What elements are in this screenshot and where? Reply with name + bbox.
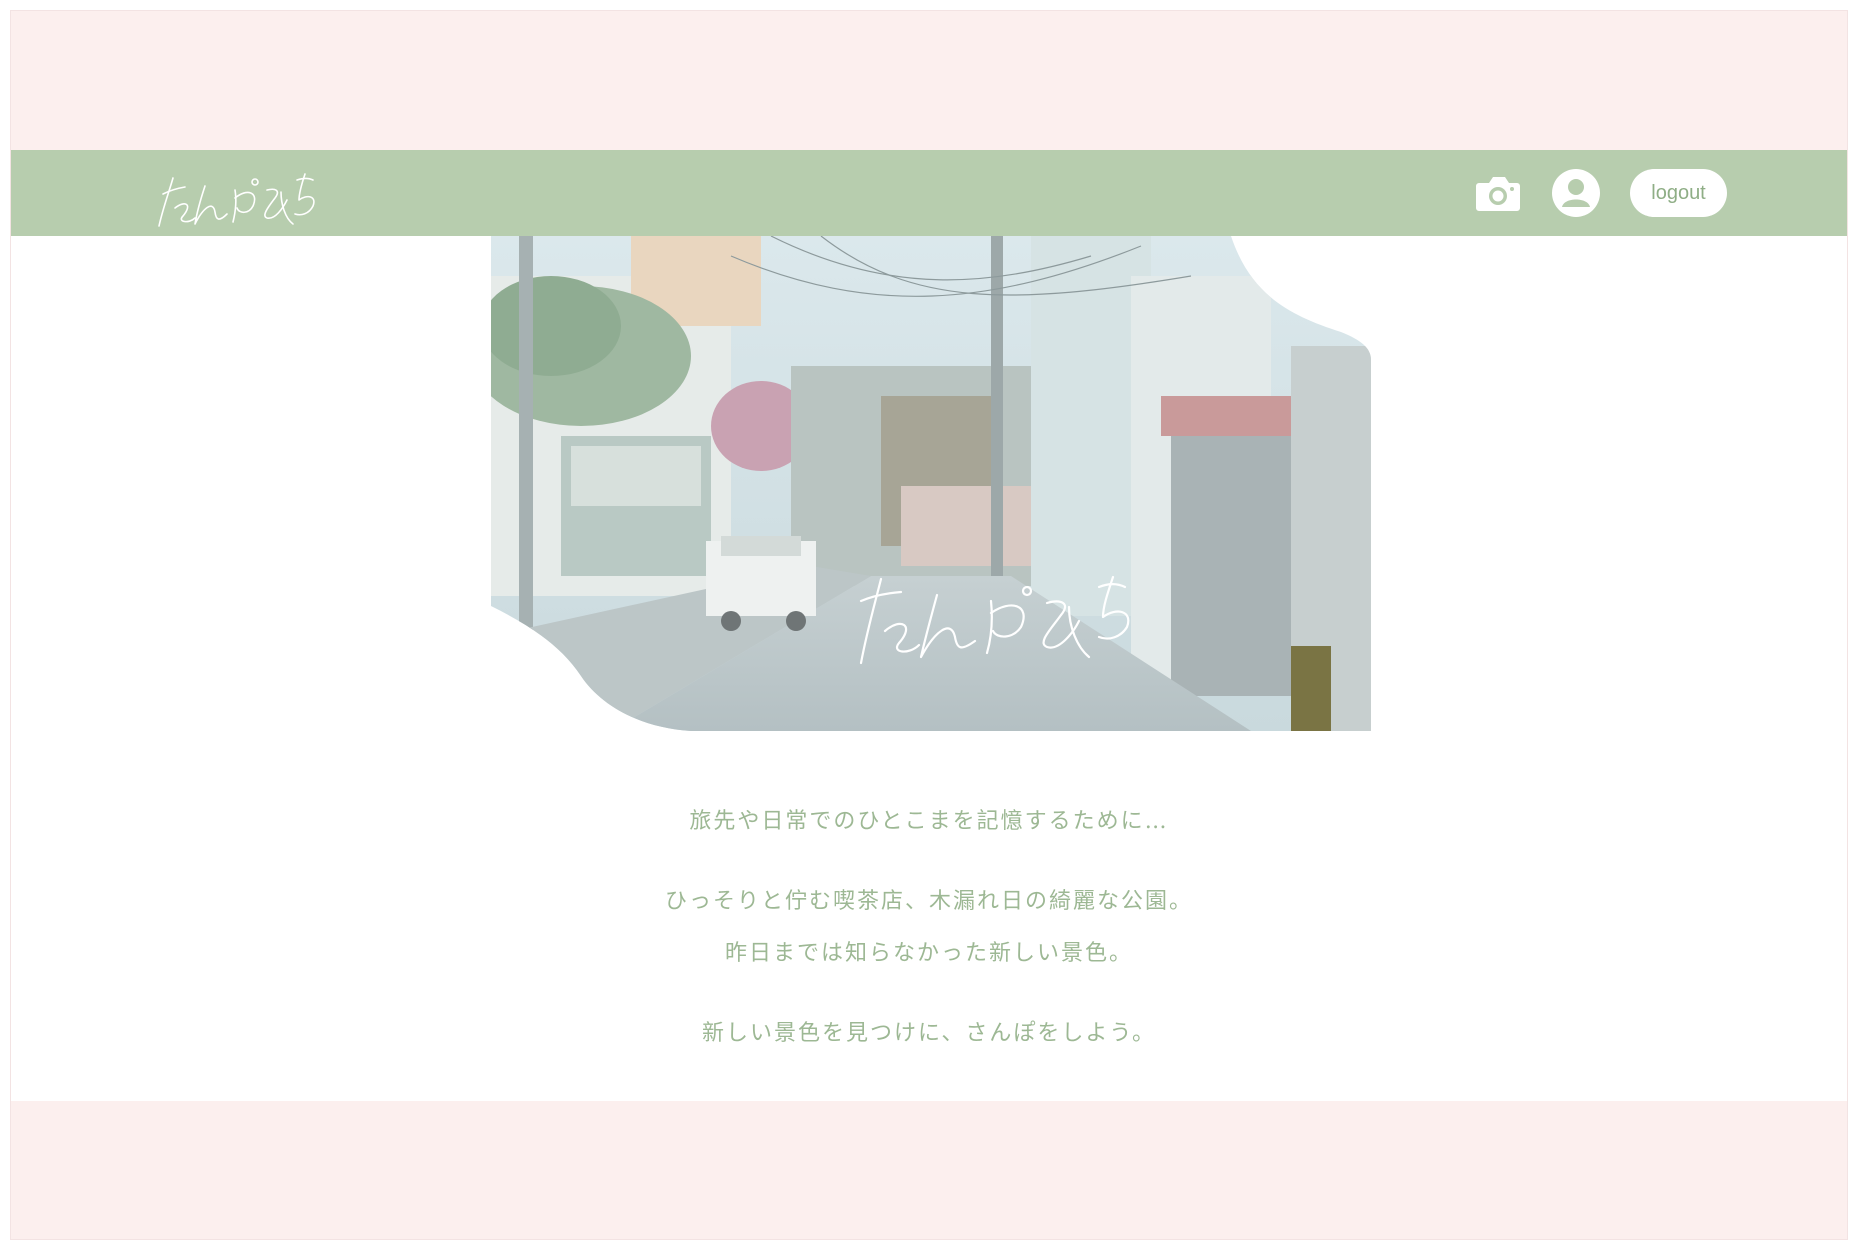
nav-actions: logout bbox=[1474, 168, 1727, 218]
brand-logo[interactable] bbox=[149, 164, 319, 234]
tagline-line: 新しい景色を見つけに、さんぽをしよう。 bbox=[701, 1021, 1157, 1046]
tagline-line: ひっそりと佇む喫茶店、木漏れ日の綺麗な公園。 bbox=[664, 889, 1193, 914]
user-account-button[interactable] bbox=[1552, 169, 1600, 217]
user-icon bbox=[1552, 169, 1600, 217]
camera-button[interactable] bbox=[1474, 172, 1522, 214]
bottom-pink-band bbox=[11, 1101, 1847, 1239]
street-photo-icon bbox=[491, 236, 1371, 731]
tagline: 旅先や日常でのひとこまを記憶するために… ひっそりと佇む喫茶店、木漏れ日の綺麗な… bbox=[11, 796, 1847, 1060]
tagline-gap bbox=[11, 848, 1847, 876]
page-frame: logout 旅先や日常でのひとこまを記憶するために… ひっそりと佇む喫茶店、木… bbox=[10, 10, 1848, 1240]
tagline-gap bbox=[11, 980, 1847, 1008]
top-pink-band bbox=[11, 11, 1847, 150]
navbar: logout bbox=[11, 150, 1847, 236]
tagline-line: 昨日までは知らなかった新しい景色。 bbox=[724, 941, 1133, 966]
camera-icon bbox=[1476, 177, 1520, 211]
logout-button[interactable]: logout bbox=[1630, 169, 1727, 217]
handwritten-logo-icon bbox=[158, 173, 315, 227]
tagline-line: 旅先や日常でのひとこまを記憶するために… bbox=[689, 809, 1169, 834]
hero-image bbox=[491, 236, 1371, 731]
